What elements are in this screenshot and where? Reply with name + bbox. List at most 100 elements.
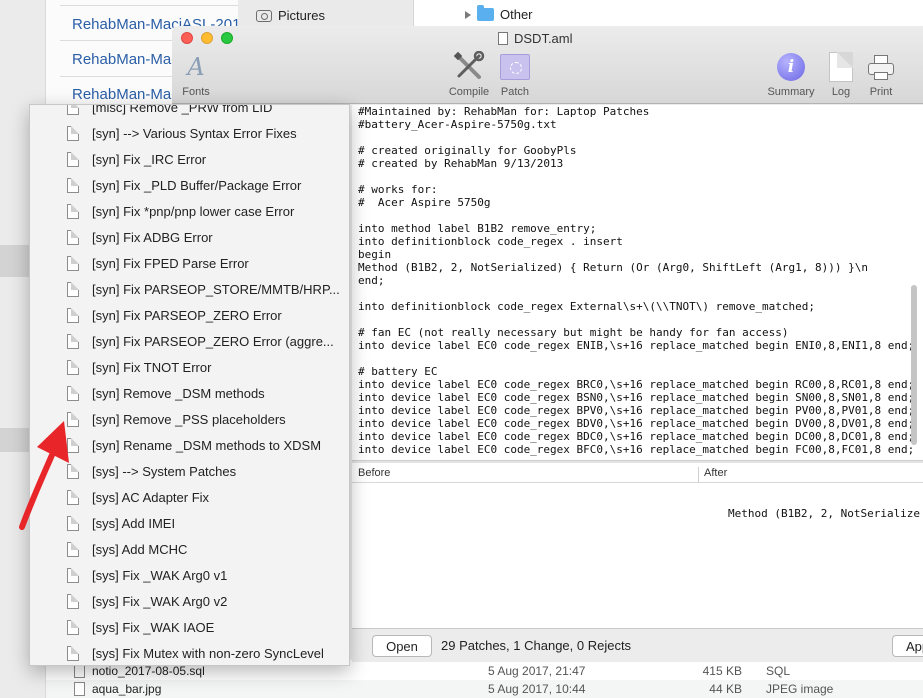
document-icon: [498, 32, 508, 45]
image-file-icon: [74, 682, 85, 696]
patch-menu-item[interactable]: [syn] Fix PARSEOP_ZERO Error: [30, 303, 349, 329]
patch-menu-item[interactable]: [syn] Remove _DSM methods: [30, 381, 349, 407]
fonts-label: Fonts: [182, 86, 210, 98]
code-line: # Acer Aspire 5750g: [358, 196, 491, 209]
patch-menu-item[interactable]: [syn] Fix _PLD Buffer/Package Error: [30, 173, 349, 199]
patch-menu-label: [sys] Add IMEI: [92, 516, 176, 531]
patch-document-icon: [67, 334, 79, 349]
patch-menu-item[interactable]: [syn] Fix FPED Parse Error: [30, 251, 349, 277]
patch-menu-item[interactable]: [syn] Fix ADBG Error: [30, 225, 349, 251]
patch-menu-item[interactable]: [syn] --> Various Syntax Error Fixes: [30, 121, 349, 147]
patch-menu-label: [sys] Fix _WAK Arg0 v2: [92, 594, 228, 609]
bottom-bar: Open 29 Patches, 1 Change, 0 Rejects App: [352, 628, 923, 662]
window-titlebar: DSDT.aml A Fonts Compile Patch i Summary: [172, 26, 923, 104]
patch-menu-label: [sys] Add MCHC: [92, 542, 188, 557]
patch-document-icon: [67, 256, 79, 271]
patch-button[interactable]: Patch: [498, 52, 532, 98]
patch-document-icon: [67, 438, 79, 453]
patch-menu-label: [syn] --> Various Syntax Error Fixes: [92, 126, 297, 141]
finder-sidebar-item-pictures[interactable]: Pictures: [256, 8, 325, 23]
compile-button[interactable]: Compile: [446, 51, 492, 98]
wrench-screwdriver-icon: [453, 51, 485, 79]
finder-folder-other[interactable]: Other: [465, 5, 533, 22]
divider: [60, 5, 238, 6]
patch-menu-label: [syn] Fix _PLD Buffer/Package Error: [92, 178, 302, 193]
patch-icon: [500, 54, 530, 80]
code-line: end;: [358, 274, 385, 287]
background-link[interactable]: RehabMan-Maci: [72, 51, 182, 68]
info-icon: i: [777, 53, 805, 81]
patch-menu-item[interactable]: [sys] --> System Patches: [30, 459, 349, 485]
fonts-button[interactable]: A Fonts: [180, 52, 212, 98]
summary-button[interactable]: i Summary: [764, 52, 818, 98]
patch-menu-label: [sys] --> System Patches: [92, 464, 237, 479]
patch-menu-items: [misc] Remove _PRW from LID [syn] --> Var…: [30, 104, 349, 665]
code-line: into method label B1B2 remove_entry;: [358, 222, 597, 235]
patch-menu-item[interactable]: [syn] Fix PARSEOP_STORE/MMTB/HRP...: [30, 277, 349, 303]
code-line: # works for:: [358, 183, 438, 196]
patch-document-icon: [67, 542, 79, 557]
patch-menu-item[interactable]: [syn] Rename _DSM methods to XDSM: [30, 433, 349, 459]
code-line: into device label EC0 code_regex BPV0,\s…: [358, 404, 915, 417]
patch-menu-item[interactable]: [syn] Fix _IRC Error: [30, 147, 349, 173]
patch-menu-item[interactable]: [syn] Fix TNOT Error: [30, 355, 349, 381]
column-header-after[interactable]: After: [704, 467, 727, 479]
patch-menu-item[interactable]: [sys] Add IMEI: [30, 511, 349, 537]
patch-menu-label: [syn] Remove _PSS placeholders: [92, 412, 286, 427]
patch-document-icon: [67, 105, 79, 115]
minimize-window-button[interactable]: [201, 32, 213, 44]
patch-menu-item[interactable]: [sys] Fix _WAK Arg0 v1: [30, 563, 349, 589]
patch-document-icon: [67, 516, 79, 531]
before-after-table[interactable]: Before After Method (B1B2, 2, NotSeriali…: [352, 463, 923, 628]
patch-menu-label: [misc] Remove _PRW from LID: [92, 104, 273, 115]
patch-menu-label: [syn] Remove _DSM methods: [92, 386, 265, 401]
code-line: # battery EC: [358, 365, 438, 378]
patch-menu-label: [sys] Fix _WAK Arg0 v1: [92, 568, 228, 583]
patch-list-menu[interactable]: [misc] Remove _PRW from LID [syn] --> Var…: [29, 104, 350, 666]
after-cell: Method (B1B2, 2, NotSerialize: [728, 507, 921, 520]
patch-document-icon: [67, 178, 79, 193]
patch-menu-item[interactable]: [sys] Add MCHC: [30, 537, 349, 563]
patch-menu-item[interactable]: [sys] Fix _WAK Arg0 v2: [30, 589, 349, 615]
print-button[interactable]: Print: [865, 52, 897, 98]
patch-code[interactable]: #Maintained by: RehabMan for: Laptop Pat…: [352, 105, 923, 456]
printer-icon: [868, 55, 894, 80]
patch-menu-label: [sys] Fix _WAK IAOE: [92, 620, 215, 635]
patch-menu-item[interactable]: [sys] Fix _WAK IAOE: [30, 615, 349, 641]
patch-menu-label: [syn] Fix FPED Parse Error: [92, 256, 249, 271]
patch-menu-item[interactable]: [syn] Fix PARSEOP_ZERO Error (aggre...: [30, 329, 349, 355]
patch-document-icon: [67, 386, 79, 401]
patch-menu-label: [sys] AC Adapter Fix: [92, 490, 210, 505]
code-line: #Maintained by: RehabMan for: Laptop Pat…: [358, 105, 650, 118]
column-header-before[interactable]: Before: [358, 467, 390, 479]
patch-document-icon: [67, 282, 79, 297]
column-divider[interactable]: [698, 467, 699, 483]
background-link[interactable]: RehabMan-Maci: [72, 86, 182, 103]
patch-menu-item[interactable]: [syn] Remove _PSS placeholders: [30, 407, 349, 433]
code-line: Method (B1B2, 2, NotSerialized) { Return…: [358, 261, 868, 274]
editor-scrollbar[interactable]: [911, 285, 917, 445]
patch-text-editor[interactable]: #Maintained by: RehabMan for: Laptop Pat…: [352, 105, 923, 460]
zoom-window-button[interactable]: [221, 32, 233, 44]
patch-menu-item[interactable]: [misc] Remove _PRW from LID: [30, 104, 349, 121]
patch-menu-item[interactable]: [sys] AC Adapter Fix: [30, 485, 349, 511]
code-line: into device label EC0 code_regex BDC0,\s…: [358, 430, 915, 443]
disclosure-triangle-icon[interactable]: [465, 10, 471, 19]
patch-document-icon: [67, 594, 79, 609]
patch-menu-item[interactable]: [sys] Fix Mutex with non-zero SyncLevel: [30, 641, 349, 665]
log-button[interactable]: Log: [826, 52, 856, 98]
patch-menu-label: [syn] Fix PARSEOP_ZERO Error (aggre...: [92, 334, 334, 349]
patch-document-icon: [67, 308, 79, 323]
close-window-button[interactable]: [181, 32, 193, 44]
patch-menu-item[interactable]: [syn] Fix *pnp/pnp lower case Error: [30, 199, 349, 225]
folder-label: Other: [500, 7, 533, 22]
patch-document-icon: [67, 360, 79, 375]
open-button[interactable]: Open: [372, 635, 432, 657]
summary-label: Summary: [767, 86, 815, 98]
code-line: #battery_Acer-Aspire-5750g.txt: [358, 118, 557, 131]
apply-button[interactable]: App: [892, 635, 923, 657]
